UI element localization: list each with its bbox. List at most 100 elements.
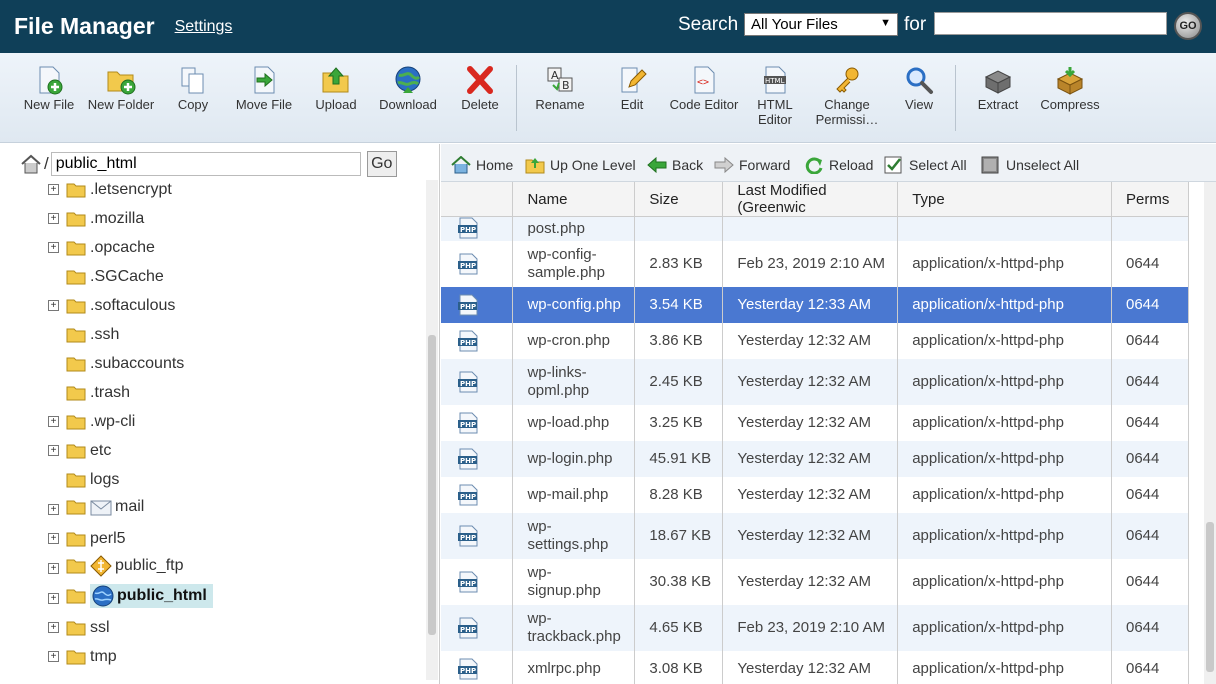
tree-scrollbar-thumb[interactable]	[428, 335, 436, 635]
column-header-name[interactable]: Name	[512, 182, 636, 217]
path-input[interactable]: public_html	[50, 152, 361, 176]
tree-item[interactable]: + public_ftp	[48, 553, 184, 579]
table-row[interactable]: PHP wp- trackback.php 4.65 KB Feb 23, 2019 …	[441, 604, 1189, 651]
extract-box-icon	[984, 70, 1012, 94]
tree-item[interactable]: + .opcache	[48, 235, 155, 261]
delete-button[interactable]: Delete	[445, 65, 515, 112]
tree-item-selected[interactable]: + public_html	[48, 583, 213, 609]
new-folder-button[interactable]: New Folder	[86, 65, 156, 112]
unselect-all-button[interactable]: Unselect All	[981, 156, 1079, 174]
html-editor-button[interactable]: HTML HTML Editor	[740, 65, 810, 127]
file-icon-cell: PHP	[441, 240, 514, 287]
column-header-modified[interactable]: Last Modified (Greenwic	[722, 182, 899, 217]
file-modified-cell: Yesterday 12:33 AM	[722, 286, 899, 323]
compress-button[interactable]: Compress	[1035, 65, 1105, 112]
tree-item[interactable]: .SGCache	[48, 264, 164, 290]
table-scrollbar[interactable]	[1204, 182, 1216, 684]
column-header-perms[interactable]: Perms	[1111, 182, 1189, 217]
table-row[interactable]: PHP wp-mail.php 8.28 KB Yesterday 12:32 AM a…	[441, 476, 1189, 513]
table-row[interactable]: PHP wp-login.php 45.91 KB Yesterday 12:32 A…	[441, 440, 1189, 477]
search-input[interactable]	[934, 12, 1167, 35]
folder-icon	[66, 444, 86, 459]
tree-scrollbar[interactable]	[426, 180, 438, 680]
edit-button[interactable]: Edit	[597, 65, 667, 112]
view-button[interactable]: View	[884, 65, 954, 112]
tree-item[interactable]: + mail	[48, 494, 144, 520]
table-row[interactable]: PHP wp-links- opml.php 2.45 KB Yesterday 12…	[441, 358, 1189, 405]
php-file-icon: PHP	[458, 217, 478, 239]
expand-plus-icon[interactable]: +	[48, 593, 59, 604]
file-type-cell: application/x-httpd-php	[897, 512, 1112, 559]
folder-icon	[66, 559, 86, 574]
file-perms-cell: 0644	[1111, 286, 1189, 323]
select-all-button[interactable]: Select All	[884, 156, 967, 174]
file-type-cell: application/x-httpd-php	[897, 286, 1112, 323]
expand-plus-icon[interactable]: +	[48, 504, 59, 515]
compress-label: Compress	[1040, 97, 1100, 112]
expand-plus-icon[interactable]: +	[48, 213, 59, 224]
svg-text:PHP: PHP	[460, 339, 476, 347]
file-table-container: Name Size Last Modified (Greenwic Type P…	[441, 182, 1204, 684]
tree-item[interactable]: + etc	[48, 438, 111, 464]
change-permissions-button[interactable]: Change Permissi…	[812, 65, 882, 127]
table-row-selected[interactable]: PHP wp-config.php 3.54 KB Yesterday 12:33 A…	[441, 286, 1189, 323]
move-file-icon	[254, 66, 275, 94]
folder-icon	[66, 621, 86, 636]
tree-item[interactable]: .ssh	[48, 322, 119, 348]
expand-plus-icon[interactable]: +	[48, 184, 59, 195]
tree-item[interactable]: + .softaculous	[48, 293, 175, 319]
tree-item[interactable]: .subaccounts	[48, 351, 184, 377]
tree-item[interactable]: .trash	[48, 380, 130, 406]
table-row[interactable]: PHP wp- signup.php 30.38 KB Yesterday 12:32…	[441, 558, 1189, 605]
reload-button[interactable]: Reload	[804, 156, 873, 174]
expand-plus-icon[interactable]: +	[48, 242, 59, 253]
expand-plus-icon[interactable]: +	[48, 563, 59, 574]
tree-item[interactable]: + perl5	[48, 526, 126, 552]
table-scrollbar-thumb[interactable]	[1206, 522, 1214, 672]
expand-plus-icon[interactable]: +	[48, 622, 59, 633]
up-one-level-button[interactable]: Up One Level	[525, 156, 636, 174]
rename-button[interactable]: AB Rename	[525, 65, 595, 112]
home-nav-button[interactable]: Home	[451, 156, 513, 174]
upload-icon	[322, 67, 349, 93]
table-row[interactable]: PHP xmlrpc.php 3.08 KB Yesterday 12:32 AM ap…	[441, 650, 1189, 684]
file-modified-cell: Feb 23, 2019 2:10 AM	[722, 240, 899, 287]
tree-item[interactable]: logs	[48, 467, 119, 493]
download-button[interactable]: Download	[373, 65, 443, 112]
file-name-cell: wp- trackback.php	[512, 604, 636, 651]
expand-plus-icon[interactable]: +	[48, 300, 59, 311]
path-go-button[interactable]: Go	[366, 151, 397, 177]
search-scope-select[interactable]: All Your Files ▼	[744, 13, 898, 36]
tree-item[interactable]: + .mozilla	[48, 206, 144, 232]
table-row[interactable]: PHP wp- settings.php 18.67 KB Yesterday 12:…	[441, 512, 1189, 559]
tree-item[interactable]: + ssl	[48, 615, 110, 641]
back-button[interactable]: Back	[647, 156, 703, 174]
expand-plus-icon[interactable]: +	[48, 416, 59, 427]
tree-item[interactable]: + .letsencrypt	[48, 177, 172, 203]
file-perms-cell: 0644	[1111, 440, 1189, 477]
key-icon	[836, 67, 859, 93]
extract-button[interactable]: Extract	[963, 65, 1033, 112]
icon-column-header[interactable]	[441, 182, 514, 217]
forward-button[interactable]: Forward	[714, 156, 790, 174]
table-row[interactable]: PHP wp-load.php 3.25 KB Yesterday 12:32 AM a…	[441, 404, 1189, 441]
tree-item[interactable]: + .wp-cli	[48, 409, 135, 435]
home-icon[interactable]	[20, 154, 42, 174]
search-go-button[interactable]: GO	[1174, 12, 1202, 40]
table-row[interactable]: PHP wp-cron.php 3.86 KB Yesterday 12:32 AM a…	[441, 322, 1189, 359]
tree-item[interactable]: + tmp	[48, 644, 117, 670]
table-row[interactable]: PHP wp-config- sample.php 2.83 KB Feb 23, 2…	[441, 240, 1189, 287]
column-header-type[interactable]: Type	[897, 182, 1112, 217]
upload-button[interactable]: Upload	[301, 65, 371, 112]
expand-plus-icon[interactable]: +	[48, 445, 59, 456]
copy-button[interactable]: Copy	[158, 65, 228, 112]
new-folder-icon	[107, 71, 136, 95]
column-header-size[interactable]: Size	[634, 182, 724, 217]
settings-link[interactable]: Settings	[175, 18, 233, 36]
expand-plus-icon[interactable]: +	[48, 533, 59, 544]
new-file-button[interactable]: New File	[14, 65, 84, 112]
code-editor-button[interactable]: <> Code Editor	[669, 65, 739, 112]
move-file-button[interactable]: Move File	[229, 65, 299, 112]
expand-plus-icon[interactable]: +	[48, 651, 59, 662]
table-row[interactable]: PHP post.php	[441, 216, 1189, 241]
